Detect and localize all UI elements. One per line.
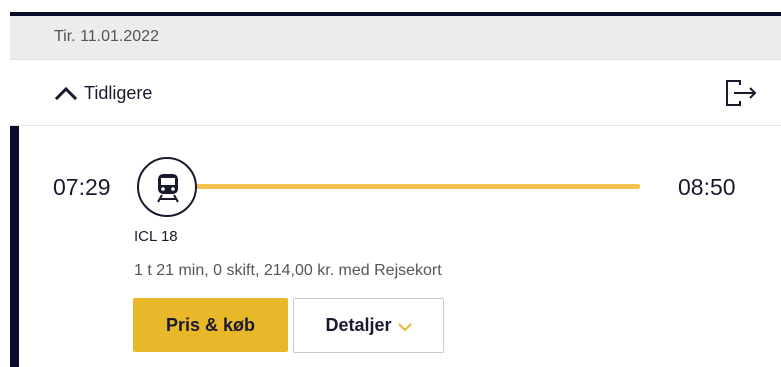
earlier-button[interactable]: Tidligere [54, 80, 152, 106]
train-name: ICL 18 [134, 228, 178, 245]
exit-icon[interactable] [724, 78, 758, 108]
details-button[interactable]: Detaljer [293, 298, 444, 353]
trip-accent-bar [10, 126, 19, 367]
departure-time: 07:29 [53, 174, 111, 200]
date-header: Tir. 11.01.2022 [10, 16, 781, 60]
earlier-row: Tidligere [10, 60, 781, 126]
arrival-time: 08:50 [678, 174, 736, 200]
earlier-label: Tidligere [84, 82, 153, 103]
train-icon [137, 157, 197, 217]
date-label: Tir. 11.01.2022 [54, 28, 159, 45]
chevron-up-icon [54, 86, 78, 101]
trip-summary: 1 t 21 min, 0 skift, 214,00 kr. med Rejs… [134, 262, 442, 279]
chevron-down-icon [397, 323, 412, 332]
trip-card[interactable]: 07:29 08:50 ICL 18 1 t 21 min, 0 skift, … [10, 126, 781, 367]
route-line [196, 184, 640, 189]
details-label: Detaljer [325, 315, 392, 335]
buy-button[interactable]: Pris & køb [133, 298, 288, 352]
